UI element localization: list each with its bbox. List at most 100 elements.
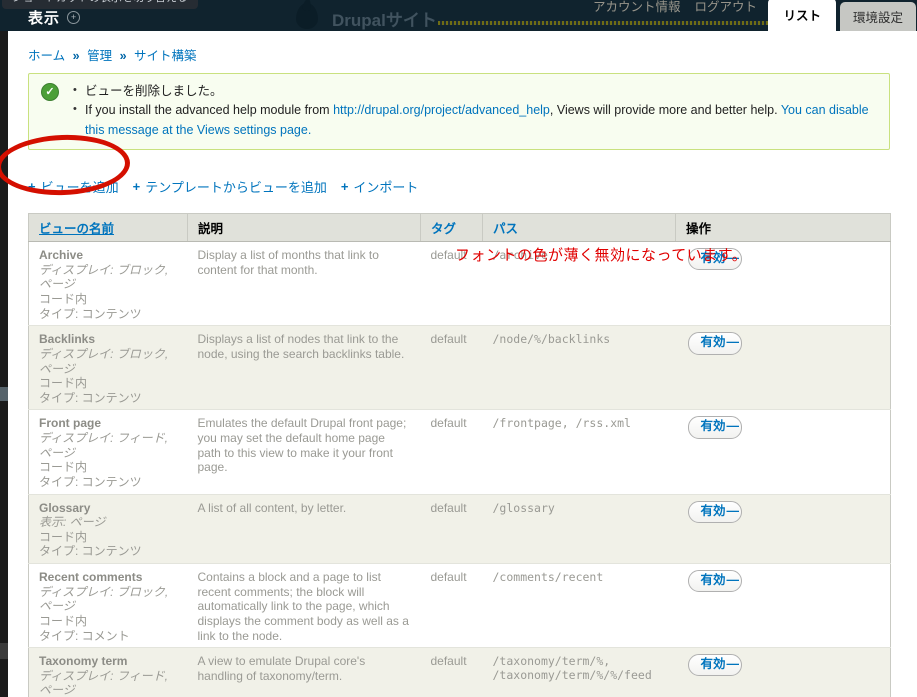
view-meta-line: ディスプレイ: フィード, ページ [39, 431, 168, 460]
dash-icon: — [726, 335, 739, 350]
view-meta-line: タイプ: コンテンツ [39, 306, 142, 321]
view-path: /comments/recent [482, 562, 676, 648]
view-name: Backlinks [39, 332, 96, 347]
enable-button[interactable]: 有効 — [687, 570, 743, 593]
view-path: /frontpage, /rss.xml [482, 409, 676, 494]
drupal-logo-icon [296, 3, 318, 29]
view-meta-line: ディスプレイ: ブロック, ページ [39, 346, 169, 376]
view-description: Displays a list of nodes that link to th… [187, 325, 421, 410]
view-name: Front page [39, 416, 101, 431]
view-meta-line: 表示: ページ [39, 515, 106, 530]
table-row: Recent comments ディスプレイ: ブロック, ページ コード内 タイプ… [28, 562, 891, 648]
view-path: /glossary [482, 493, 676, 564]
table-row: Glossary 表示: ページ コード内 タイプ: コンテンツ A list of… [28, 493, 891, 564]
action-label: インポート [353, 180, 419, 196]
enable-button-label: 有効 [700, 503, 726, 518]
view-meta-line: ディスプレイ: フィード, ページ [39, 668, 168, 697]
plus-icon: + [132, 179, 141, 195]
enable-button[interactable]: 有効 — [687, 500, 743, 523]
enable-button[interactable]: 有効 — [687, 654, 743, 677]
account-links: アカウント情報 ログアウト [593, 0, 757, 15]
view-meta-line: ディスプレイ: ブロック, ページ [39, 584, 169, 614]
red-note-annotation: フォントの色が薄く無効になっています。 [455, 247, 748, 264]
action-label: テンプレートからビューを追加 [145, 180, 327, 196]
view-description: Display a list of months that link to co… [187, 241, 421, 326]
plus-icon: + [340, 179, 349, 195]
view-path: /taxonomy/term/%, /taxonomy/term/%/%/fee… [482, 647, 676, 697]
view-name: Recent comments [39, 570, 143, 584]
breadcrumb-separator: » [119, 49, 127, 63]
status-message: ✓ ビューを削除しました。 If you install the advance… [28, 73, 890, 151]
enable-button-label: 有効 [700, 335, 726, 350]
view-name: Archive [39, 248, 84, 263]
tab-settings[interactable]: 環境設定 [839, 2, 916, 31]
enable-button-label: 有効 [700, 573, 726, 587]
message-text: If you install the advanced help module … [85, 103, 334, 118]
enable-button-label: 有効 [700, 419, 726, 434]
advanced-help-link[interactable]: http://drupal.org/project/advanced_help [333, 103, 550, 117]
view-path: /node/%/backlinks [482, 325, 676, 410]
view-description: A list of all content, by letter. [187, 493, 421, 564]
tab-list[interactable]: リスト [768, 0, 836, 31]
view-meta-line: ディスプレイ: ブロック, ページ [39, 262, 169, 292]
enable-button[interactable]: 有効 — [687, 416, 743, 439]
view-tag: default [420, 409, 483, 494]
table-header-row: ビューの名前 説明 タグ パス 操作 [28, 213, 891, 243]
view-meta-line: タイプ: コメント [39, 628, 130, 643]
view-meta: ディスプレイ: フィード, ページコード内タイプ: コンテンツ [39, 669, 178, 697]
header-operations: 操作 [675, 213, 891, 243]
page-title: 表示 [28, 10, 61, 27]
header-path[interactable]: パス [482, 213, 676, 243]
primary-tabs: リスト 環境設定 [768, 0, 916, 31]
status-check-icon: ✓ [41, 83, 59, 101]
table-row: Front page ディスプレイ: フィード, ページ コード内 タイプ: コンテ… [28, 409, 891, 494]
add-view-from-template-link[interactable]: + テンプレートからビューを追加 [133, 177, 327, 196]
breadcrumb-structure[interactable]: サイト構築 [134, 49, 197, 63]
edge-notch [0, 643, 8, 659]
message-text: , Views will provide more and better hel… [549, 103, 781, 118]
header-tag[interactable]: タグ [420, 213, 483, 243]
account-info-link[interactable]: アカウント情報 [593, 0, 681, 15]
status-item-deleted: ビューを削除しました。 [73, 82, 877, 101]
shortcut-dotted-bar [438, 21, 796, 25]
view-name: Glossary [39, 500, 91, 515]
breadcrumb-home[interactable]: ホーム [28, 49, 65, 63]
view-meta-line: タイプ: コンテンツ [39, 390, 142, 405]
import-link[interactable]: + インポート [341, 177, 419, 196]
view-meta-line: コード内 [39, 613, 88, 628]
shortcut-add-icon[interactable]: + [67, 11, 81, 24]
table-row: Taxonomy term ディスプレイ: フィード, ページコード内タイプ: … [28, 647, 891, 697]
logout-link[interactable]: ログアウト [694, 0, 757, 15]
header-view-name[interactable]: ビューの名前 [28, 213, 188, 243]
overlay-edge-strip [0, 31, 8, 697]
view-meta: ディスプレイ: ブロック, ページ コード内 タイプ: コンテンツ [39, 263, 178, 322]
breadcrumb-admin[interactable]: 管理 [87, 49, 112, 63]
dash-icon: — [726, 503, 739, 518]
site-name: Drupalサイト [332, 11, 437, 30]
view-tag: default [420, 562, 483, 648]
enable-button[interactable]: 有効 — [687, 332, 743, 355]
enable-button-label: 有効 [700, 657, 726, 672]
breadcrumb-separator: » [72, 49, 80, 63]
admin-header: ショートカットの表示を切り替える 表示 + Drupalサイト アカウント情報 … [0, 0, 917, 31]
view-meta-line: コード内 [39, 292, 88, 306]
view-meta-line: コード内 [39, 460, 88, 475]
view-meta: ディスプレイ: ブロック, ページ コード内 タイプ: コンテンツ [39, 347, 178, 406]
view-description: Contains a block and a page to list rece… [187, 562, 421, 648]
view-meta-line: コード内 [39, 376, 88, 391]
dash-icon: — [726, 657, 739, 672]
view-tag: default [420, 493, 483, 564]
dash-icon: — [726, 573, 739, 587]
table-row: Backlinks ディスプレイ: ブロック, ページ コード内 タイプ: コンテン… [28, 325, 891, 410]
view-tag: default [420, 647, 483, 697]
edge-notch [0, 387, 8, 401]
view-meta: ディスプレイ: フィード, ページコード内タイプ: コンテンツ [39, 431, 178, 490]
dash-icon: — [726, 419, 739, 434]
view-description: A view to emulate Drupal core's handling… [187, 647, 421, 697]
view-meta-line: タイプ: コンテンツ [39, 544, 142, 559]
view-meta: ディスプレイ: ブロック, ページ コード内 タイプ: コメント [39, 585, 178, 644]
view-description: Emulates the default Drupal front page; … [187, 409, 421, 494]
view-tag: default [420, 325, 483, 410]
views-table: ビューの名前 説明 タグ パス 操作 Archive ディスプレイ: ブロック,… [28, 213, 891, 697]
action-links: + ビューを追加 + テンプレートからビューを追加 + インポート [28, 177, 890, 196]
